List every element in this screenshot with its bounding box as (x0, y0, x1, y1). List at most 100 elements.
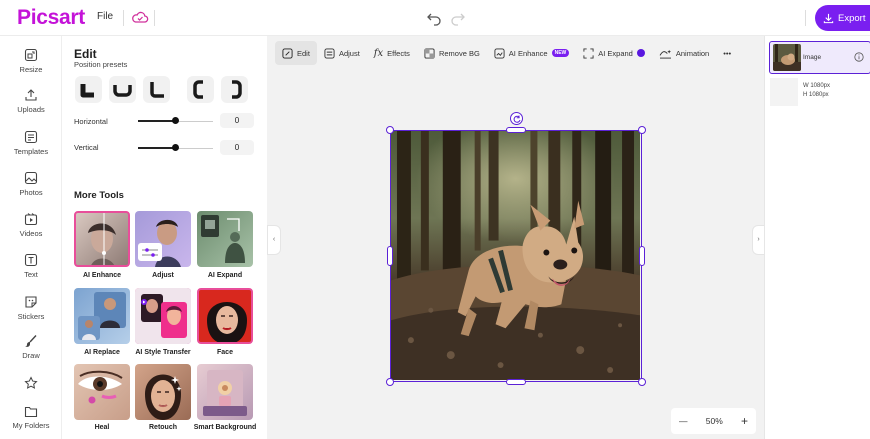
top-bar: Picsart File Export (0, 0, 870, 36)
panel-title: Edit (74, 47, 97, 61)
divider (154, 10, 155, 26)
tool-adjust[interactable] (135, 211, 191, 267)
nav-photos[interactable]: Photos (0, 171, 62, 197)
preset-bottom-left[interactable] (75, 76, 102, 103)
divider (123, 10, 124, 26)
redo-icon[interactable] (450, 10, 466, 26)
resize-handle-bottom-left[interactable] (386, 378, 394, 386)
retouch-thumbnail (145, 374, 182, 420)
tool-label: Smart Background (193, 424, 257, 431)
nav-resize[interactable]: Resize (0, 48, 62, 74)
toolbar-effects-label: Effects (387, 48, 410, 58)
zoom-in-button[interactable]: + (741, 414, 748, 428)
cloud-save-icon[interactable] (131, 9, 149, 27)
vertical-slider[interactable] (138, 147, 176, 149)
info-icon[interactable] (854, 52, 864, 62)
edit-toolbar: Edit Adjust fx Effects Remove BG AI Enha… (275, 41, 738, 65)
nav-stickers[interactable]: Stickers (0, 295, 62, 321)
toolbar-edit[interactable]: Edit (275, 41, 317, 65)
resize-handle-bottom-right[interactable] (638, 378, 646, 386)
preset-center-right[interactable] (221, 76, 248, 103)
tool-ai-replace[interactable] (74, 288, 130, 344)
export-button[interactable]: Export (815, 5, 870, 31)
draw-icon (25, 335, 37, 347)
zoom-out-button[interactable]: — (679, 416, 688, 426)
nav-text[interactable]: Text (0, 253, 62, 279)
upload-icon (25, 89, 37, 101)
tool-ai-enhance[interactable] (74, 211, 130, 267)
nav-templates[interactable]: Templates (0, 130, 62, 156)
text-icon (24, 253, 38, 267)
templates-icon (24, 130, 38, 144)
layers-panel: Image W 1080px H 1080px (764, 36, 870, 439)
toolbar-effects[interactable]: fx Effects (367, 41, 417, 65)
resize-handle-left[interactable] (387, 246, 393, 266)
nav-label: Resize (19, 65, 43, 74)
collapse-panel-button[interactable]: ‹ (267, 225, 281, 255)
adjust-thumbnail (138, 219, 181, 267)
premium-dot-icon (636, 49, 645, 57)
toolbar-more-button[interactable]: ••• (716, 41, 738, 65)
nav-label: My Folders (12, 421, 50, 430)
tool-label: AI Expand (207, 272, 243, 279)
nav-uploads[interactable]: Uploads (0, 88, 62, 114)
rotate-handle-icon[interactable] (510, 112, 523, 125)
nav-label: Stickers (17, 312, 45, 321)
resize-handle-top[interactable] (506, 127, 526, 133)
dog-photo (391, 131, 640, 380)
tool-retouch[interactable] (135, 364, 191, 420)
toolbar-animation-label: Animation (675, 48, 710, 58)
toolbar-adjust[interactable]: Adjust (317, 41, 367, 65)
horizontal-value[interactable]: 0 (220, 113, 254, 128)
export-label: Export (838, 12, 866, 24)
divider (805, 10, 806, 26)
vertical-slider-knob[interactable] (172, 144, 179, 151)
resize-handle-top-right[interactable] (638, 126, 646, 134)
horizontal-slider[interactable] (138, 120, 176, 122)
toolbar-adjust-label: Adjust (338, 48, 360, 58)
nav-label: Text (24, 270, 38, 279)
toolbar-ai-expand[interactable]: AI Expand (576, 41, 652, 65)
photos-icon (24, 171, 38, 185)
tool-smart-background[interactable] (197, 364, 253, 420)
nav-draw[interactable]: Draw (0, 334, 62, 360)
horizontal-label: Horizontal (74, 117, 108, 126)
nav-label: Uploads (17, 105, 45, 114)
nav-my-folders[interactable]: My Folders (0, 404, 62, 430)
export-icon (823, 13, 834, 23)
videos-icon (24, 213, 38, 226)
resize-handle-bottom[interactable] (506, 379, 526, 385)
toolbar-animation[interactable]: Animation (652, 41, 716, 65)
tool-face[interactable] (197, 288, 253, 344)
smart-background-thumbnail (203, 370, 247, 416)
preset-bottom[interactable] (109, 76, 136, 103)
resize-icon (24, 48, 38, 62)
file-menu[interactable]: File (97, 11, 113, 22)
tool-label: Retouch (149, 424, 177, 431)
edit-panel: Edit Position presets Horizontal 0 Verti… (63, 36, 267, 439)
vertical-value[interactable]: 0 (220, 140, 254, 155)
resize-handle-right[interactable] (639, 246, 645, 266)
toolbar-remove-bg[interactable]: Remove BG (417, 41, 487, 65)
tool-label: Adjust (152, 272, 174, 279)
layer-item-image[interactable]: Image (769, 41, 870, 74)
canvas-image[interactable] (390, 130, 642, 382)
zoom-level[interactable]: 50% (706, 416, 723, 426)
nav-favorites[interactable] (0, 376, 62, 393)
preset-left[interactable] (143, 76, 170, 103)
tool-heal[interactable] (74, 364, 130, 420)
tool-ai-style-transfer[interactable] (135, 288, 191, 344)
undo-icon[interactable] (426, 10, 442, 26)
horizontal-slider-knob[interactable] (172, 117, 179, 124)
vertical-label: Vertical (74, 143, 99, 152)
picsart-logo[interactable]: Picsart (17, 6, 85, 30)
nav-videos[interactable]: Videos (0, 212, 62, 238)
resize-handle-top-left[interactable] (386, 126, 394, 134)
preset-center-left[interactable] (187, 76, 214, 103)
ai-replace-thumbnail (78, 292, 126, 340)
toolbar-ai-enhance[interactable]: AI Enhance NEW (487, 41, 576, 65)
more-tools-title: More Tools (74, 190, 124, 201)
face-thumbnail (207, 302, 247, 342)
effects-icon: fx (373, 47, 384, 59)
tool-ai-expand[interactable] (197, 211, 253, 267)
